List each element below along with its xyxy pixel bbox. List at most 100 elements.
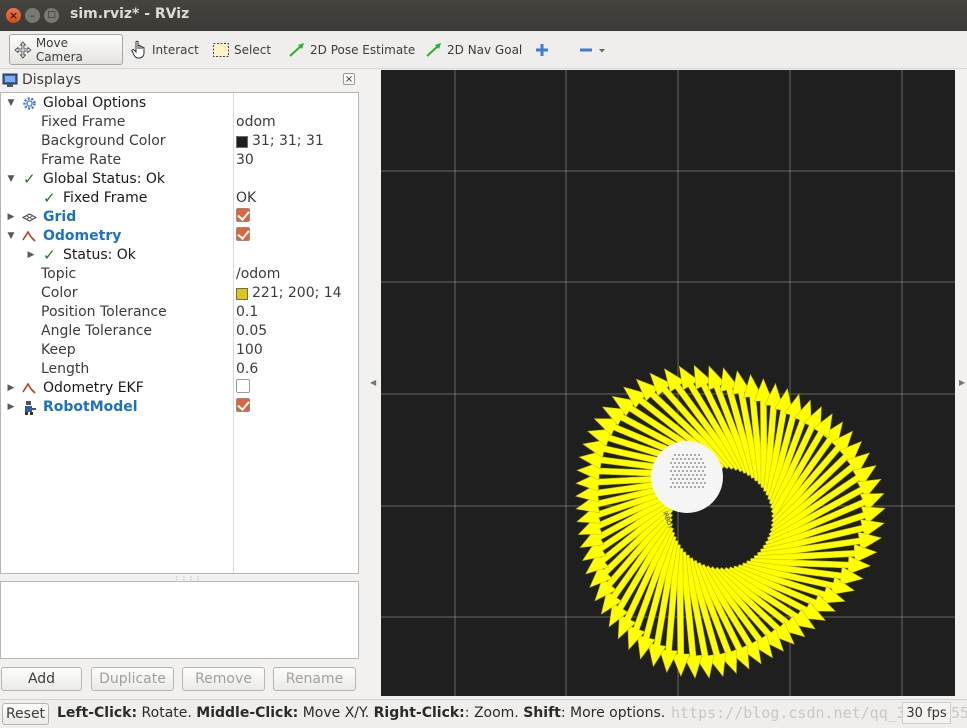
tree-row-background-color[interactable]: Background Color 31; 31; 31 [1,132,358,151]
robot-dot [680,466,682,468]
hand-pointer-icon [131,40,145,59]
tree-row-position-tolerance[interactable]: Position Tolerance 0.1 [1,303,358,322]
robot-dot [686,462,688,464]
description-box [0,581,359,659]
property-label: Angle Tolerance [41,323,153,339]
add-tool-button[interactable] [530,34,554,65]
robot-dot [700,474,702,476]
property-value[interactable]: /odom [236,265,280,284]
green-arrow-icon [289,42,304,57]
2d-pose-estimate-tool[interactable]: 2D Pose Estimate [284,34,419,65]
property-value[interactable]: 221; 200; 14 [236,284,342,303]
property-value[interactable]: 0.1 [236,303,258,322]
robot-model-enabled-checkbox[interactable] [236,398,250,412]
odometry-arrows [575,364,886,679]
displays-panel-header: Displays × [0,70,358,90]
robot-dot [704,482,706,484]
robot-dot [678,486,680,488]
tree-row-robot-model[interactable]: ▶ RobotModel [1,398,358,417]
expand-arrow-icon[interactable]: ▼ [6,170,16,189]
robot-dot [694,470,696,472]
minimize-window-button[interactable]: – [25,8,40,23]
robot-dot [686,478,688,480]
select-tool[interactable]: Select [208,34,275,65]
render-scene[interactable]: iRBOT [381,70,955,696]
collapse-arrow-icon[interactable]: ▶ [6,398,16,417]
2d-nav-goal-label: 2D Nav Goal [447,42,523,57]
robot-dot [698,462,700,464]
remove-display-button[interactable]: Remove [182,667,265,691]
tree-row-color[interactable]: Color 221; 200; 14 [1,284,358,303]
rename-display-button[interactable]: Rename [273,667,356,691]
tree-row-topic[interactable]: Topic /odom [1,265,358,284]
property-value[interactable]: 0.6 [236,360,258,379]
tree-row-frame-rate[interactable]: Frame Rate 30 [1,151,358,170]
tree-row-odometry-ekf[interactable]: ▶ Odometry EKF [1,379,358,398]
maximize-window-button[interactable]: □ [44,8,59,23]
close-panel-button[interactable]: × [343,73,355,85]
tree-row-fixed-frame[interactable]: Fixed Frame odom [1,113,358,132]
collapse-arrow-icon[interactable]: ▶ [26,246,36,265]
collapse-arrow-icon[interactable]: ▶ [6,379,16,398]
robot-dot [690,478,692,480]
collapse-arrow-icon[interactable]: ▶ [6,208,16,227]
robot-dot [678,462,680,464]
plus-icon [536,43,548,56]
odometry-ekf-enabled-checkbox[interactable] [236,379,250,393]
property-label: Topic [41,266,77,282]
remove-tool-button[interactable] [574,34,610,65]
3d-render-view[interactable]: iRBOT [381,70,955,696]
duplicate-display-button[interactable]: Duplicate [91,667,174,691]
property-value[interactable]: 30 [236,151,254,170]
tree-label: Grid [43,209,77,225]
select-label: Select [234,42,272,57]
robot-dot [690,486,692,488]
robot-dot [672,474,674,476]
property-value[interactable]: odom [236,113,276,132]
robot-dot [680,458,682,460]
tree-row-angle-tolerance[interactable]: Angle Tolerance 0.05 [1,322,358,341]
add-display-button[interactable]: Add [1,667,82,691]
property-value[interactable]: 0.05 [236,322,267,341]
property-value[interactable]: 100 [236,341,263,360]
2d-nav-goal-tool[interactable]: 2D Nav Goal [421,34,526,65]
robot-dot [684,482,686,484]
robot-dot [690,462,692,464]
robot-dot [678,454,680,456]
tree-row-global-options[interactable]: ▼ Global Options [1,94,358,113]
tree-row-length[interactable]: Length 0.6 [1,360,358,379]
robot-dot [696,482,698,484]
tree-row-grid[interactable]: ▶ Grid [1,208,358,227]
move-camera-icon [14,40,32,59]
window-title: sim.rviz* - RViz [70,6,190,22]
robot-dot [680,482,682,484]
collapse-left-arrow-icon[interactable]: ◀ [370,378,376,387]
odometry-enabled-checkbox[interactable] [236,227,250,241]
tree-row-global-status[interactable]: ▼ ✓ Global Status: Ok [1,170,358,189]
tree-row-odometry[interactable]: ▼ Odometry [1,227,358,246]
robot-dot [672,482,674,484]
robot-dot [688,458,690,460]
robot-dot [670,486,672,488]
minus-icon [580,48,592,51]
tree-row-odometry-status[interactable]: ▶ ✓ Status: Ok [1,246,358,265]
interact-tool[interactable]: Interact [126,34,203,65]
reset-button[interactable]: Reset [2,703,49,725]
robot-dot [704,466,706,468]
robot-dot [694,478,696,480]
robot-dot [696,466,698,468]
tree-label: Status: Ok [63,247,136,263]
tree-row-keep[interactable]: Keep 100 [1,341,358,360]
close-window-button[interactable]: × [6,8,21,23]
property-value[interactable]: 31; 31; 31 [236,132,324,151]
robot-dot [676,482,678,484]
expand-arrow-icon[interactable]: ▼ [6,94,16,113]
robot-dot [702,470,704,472]
grid-enabled-checkbox[interactable] [236,208,250,222]
expand-arrow-icon[interactable]: ▼ [6,227,16,246]
robot-dot [696,458,698,460]
collapse-right-arrow-icon[interactable]: ▶ [959,378,965,387]
gear-icon [23,97,36,110]
tree-row-status-fixed-frame[interactable]: ✓ Fixed Frame OK [1,189,358,208]
move-camera-tool[interactable]: Move Camera [9,34,123,65]
